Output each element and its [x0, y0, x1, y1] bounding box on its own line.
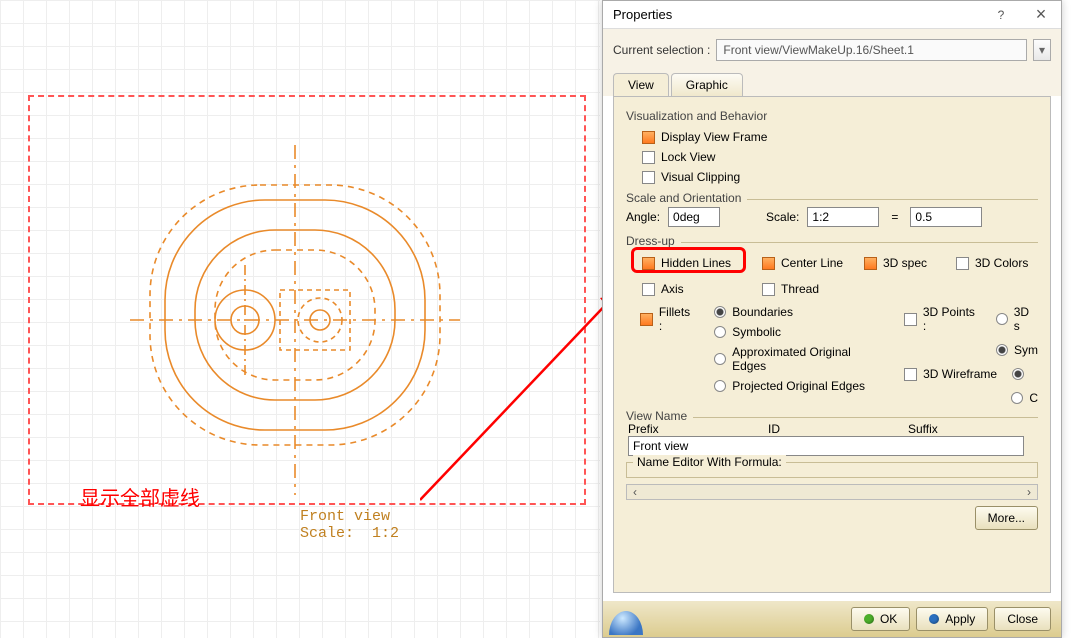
rad-symbolic[interactable]	[714, 326, 726, 338]
chk-3d-spec[interactable]	[864, 257, 877, 270]
close-button[interactable]: Close	[994, 607, 1051, 631]
ok-dot-icon	[864, 614, 874, 624]
lbl-symbolic: Symbolic	[732, 325, 781, 339]
rad-sym[interactable]	[996, 344, 1008, 356]
scroll-left-icon[interactable]: ‹	[627, 485, 643, 499]
horizontal-scrollbar[interactable]: ‹ ›	[626, 484, 1038, 500]
lbl-thread: Thread	[781, 282, 819, 296]
chk-3d-colors[interactable]	[956, 257, 969, 270]
lbl-prefix: Prefix	[626, 422, 766, 436]
rad-approx[interactable]	[714, 353, 726, 365]
tab-graphic[interactable]: Graphic	[671, 73, 743, 96]
chk-axis[interactable]	[642, 283, 655, 296]
view-caption: Front view Scale: 1:2	[300, 508, 399, 542]
rad-wire-c[interactable]	[1012, 368, 1024, 380]
lbl-projected: Projected Original Edges	[732, 379, 865, 393]
rad-projected[interactable]	[714, 380, 726, 392]
angle-label: Angle:	[626, 210, 660, 224]
lbl-lock-view: Lock View	[661, 150, 715, 164]
angle-input[interactable]	[668, 207, 720, 227]
lbl-visual-clipping: Visual Clipping	[661, 170, 740, 184]
dialog-titlebar[interactable]: Properties ? ×	[603, 1, 1061, 29]
lbl-fillets: Fillets :	[659, 305, 696, 333]
equals-label: =	[887, 210, 902, 224]
selection-dropdown-button[interactable]: ▾	[1033, 39, 1051, 61]
lbl-boundaries: Boundaries	[732, 305, 793, 319]
current-selection-row: Current selection : Front view/ViewMakeU…	[603, 29, 1061, 69]
apply-button[interactable]: Apply	[916, 607, 988, 631]
dialog-title: Properties	[613, 7, 981, 22]
lbl-3d-s: 3D s	[1014, 305, 1038, 333]
lbl-center-line: Center Line	[781, 256, 843, 270]
view-name-input[interactable]	[628, 436, 1024, 456]
visualization-legend: Visualization and Behavior	[626, 109, 1038, 123]
properties-dialog: Properties ? × Current selection : Front…	[602, 0, 1062, 638]
chk-3d-points[interactable]	[904, 313, 917, 326]
lbl-3d-colors: 3D Colors	[975, 256, 1028, 270]
lbl-c: C	[1029, 391, 1038, 405]
chk-fillets[interactable]	[640, 313, 653, 326]
ok-button[interactable]: OK	[851, 607, 910, 631]
chk-lock-view[interactable]	[642, 151, 655, 164]
more-button[interactable]: More...	[975, 506, 1038, 530]
apply-dot-icon	[929, 614, 939, 624]
scale-input[interactable]	[807, 207, 879, 227]
chk-3d-wireframe[interactable]	[904, 368, 917, 381]
rad-boundaries[interactable]	[714, 306, 726, 318]
tab-view[interactable]: View	[613, 73, 669, 96]
chinese-annotation: 显示全部虚线	[80, 482, 200, 511]
name-editor-legend: Name Editor With Formula:	[633, 455, 786, 469]
lbl-axis: Axis	[661, 282, 684, 296]
lbl-3d-spec: 3D spec	[883, 256, 927, 270]
lbl-3d-points: 3D Points :	[923, 305, 981, 333]
lbl-approx: Approximated Original Edges	[732, 345, 886, 373]
lbl-sym: Sym	[1014, 343, 1038, 357]
current-selection-label: Current selection :	[613, 43, 710, 57]
tab-strip: View Graphic	[603, 69, 1061, 96]
current-selection-field[interactable]: Front view/ViewMakeUp.16/Sheet.1	[716, 39, 1027, 61]
help-button[interactable]: ?	[981, 1, 1021, 29]
lbl-suffix: Suffix	[906, 422, 1026, 436]
dialog-footer: OK Apply Close	[603, 601, 1061, 637]
globe-icon	[609, 611, 643, 635]
lbl-3d-wireframe: 3D Wireframe	[923, 367, 997, 381]
close-window-button[interactable]: ×	[1021, 1, 1061, 29]
scale-label: Scale:	[766, 210, 799, 224]
chk-hidden-lines[interactable]	[642, 257, 655, 270]
name-editor-group: Name Editor With Formula:	[626, 462, 1038, 478]
technical-drawing	[130, 145, 460, 495]
chk-center-line[interactable]	[762, 257, 775, 270]
chk-thread[interactable]	[762, 283, 775, 296]
scroll-right-icon[interactable]: ›	[1021, 485, 1037, 499]
scale-ratio-input[interactable]	[910, 207, 982, 227]
rad-3d-s[interactable]	[996, 313, 1008, 325]
lbl-display-view-frame: Display View Frame	[661, 130, 767, 144]
lbl-hidden-lines: Hidden Lines	[661, 256, 731, 270]
chk-display-view-frame[interactable]	[642, 131, 655, 144]
tab-pane-view: Visualization and Behavior Display View …	[613, 96, 1051, 593]
dressup-legend: Dress-up	[626, 234, 681, 248]
view-name-legend: View Name	[626, 409, 693, 423]
lbl-id: ID	[766, 422, 906, 436]
rad-c[interactable]	[1011, 392, 1023, 404]
scale-orientation-legend: Scale and Orientation	[626, 191, 747, 205]
chk-visual-clipping[interactable]	[642, 171, 655, 184]
